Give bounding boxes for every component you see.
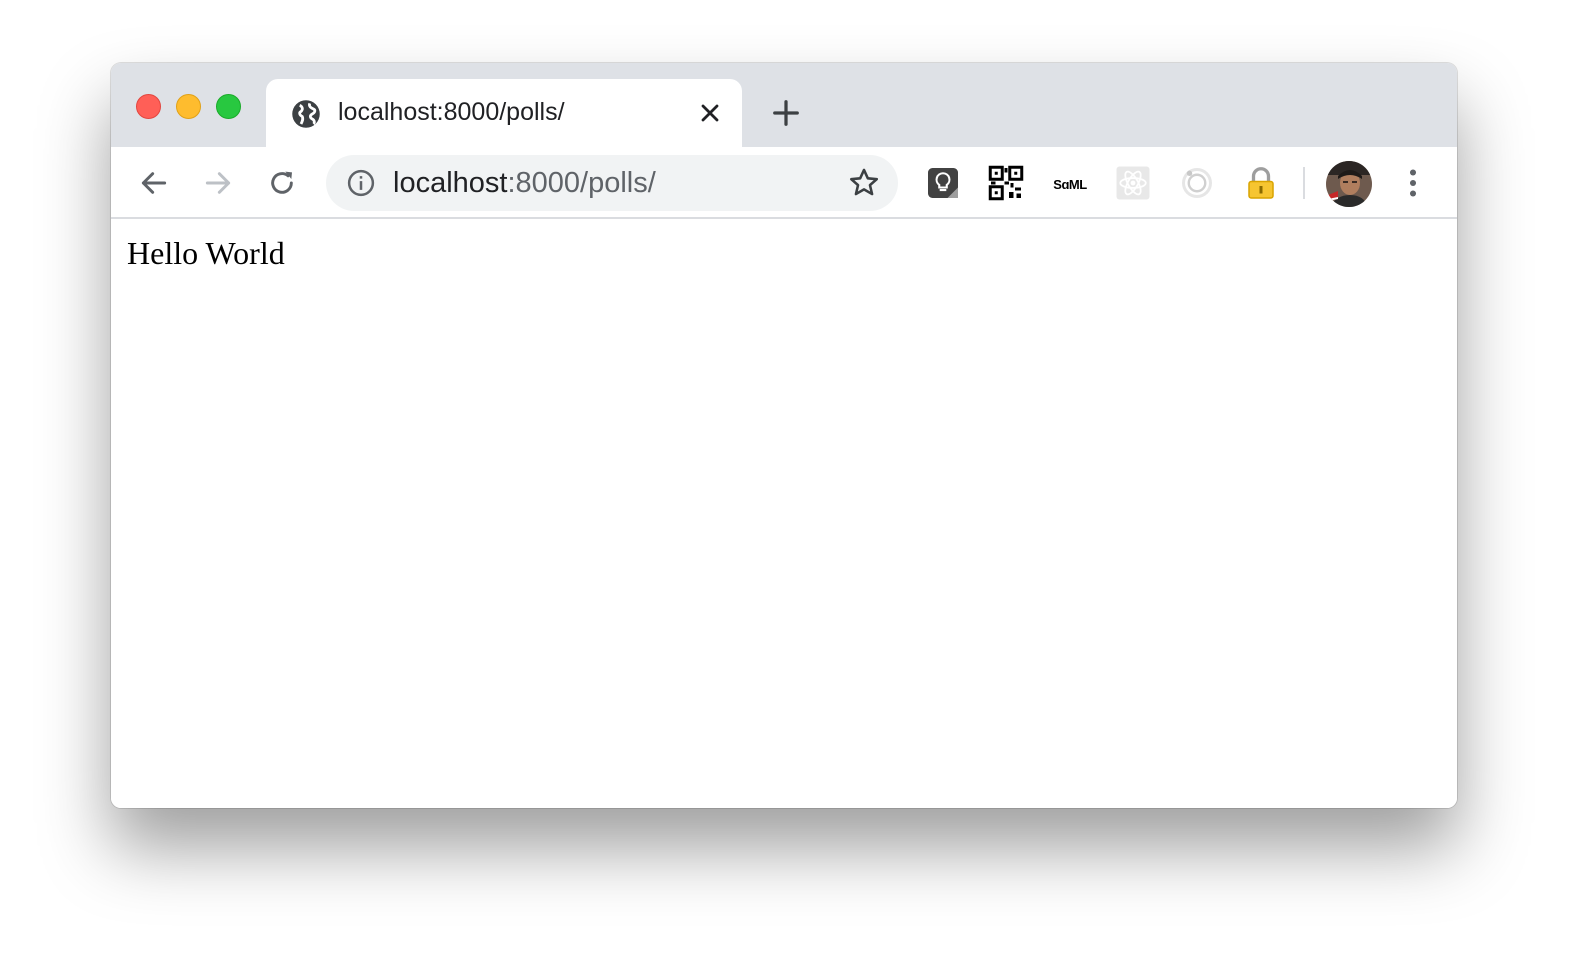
url-path: :8000/polls/ xyxy=(507,167,656,199)
url-host: localhost xyxy=(393,167,508,199)
kebab-menu-icon[interactable] xyxy=(1399,165,1427,201)
globe-icon xyxy=(292,100,320,128)
back-arrow-icon[interactable] xyxy=(138,167,170,199)
tab-active[interactable]: localhost:8000/polls/ xyxy=(266,79,742,147)
avatar-image-icon xyxy=(1326,161,1372,207)
tab-strip: localhost:8000/polls/ xyxy=(111,63,1457,147)
react-extension-icon[interactable] xyxy=(1115,165,1151,201)
close-tab-icon[interactable] xyxy=(696,99,724,127)
lightbulb-extension-icon[interactable] xyxy=(925,165,961,201)
browser-toolbar: localhost:8000/polls/ SɑML xyxy=(111,147,1457,219)
lock-extension-icon[interactable] xyxy=(1243,165,1279,201)
profile-avatar[interactable] xyxy=(1326,161,1372,207)
site-info-icon[interactable] xyxy=(346,168,376,198)
bookmark-star-icon[interactable] xyxy=(847,166,881,200)
tab-title: localhost:8000/polls/ xyxy=(338,98,565,126)
qr-code-extension-icon[interactable] xyxy=(988,165,1024,201)
browser-window: localhost:8000/polls/ localhost:8000/pol… xyxy=(111,63,1457,808)
window-minimize-button[interactable] xyxy=(176,94,201,119)
forward-arrow-icon[interactable] xyxy=(202,167,234,199)
page-content: Hello World xyxy=(111,219,1457,808)
address-url[interactable]: localhost:8000/polls/ xyxy=(393,167,656,199)
svg-text:SɑML: SɑML xyxy=(1053,177,1087,192)
saml-extension-icon[interactable]: SɑML xyxy=(1051,164,1089,202)
toolbar-divider xyxy=(1303,167,1305,199)
new-tab-icon[interactable] xyxy=(771,98,801,128)
address-bar[interactable]: localhost:8000/polls/ xyxy=(326,155,898,211)
page-body-text: Hello World xyxy=(127,235,285,271)
window-maximize-button[interactable] xyxy=(216,94,241,119)
window-close-button[interactable] xyxy=(136,94,161,119)
reload-icon[interactable] xyxy=(266,167,298,199)
ring-extension-icon[interactable] xyxy=(1179,165,1215,201)
